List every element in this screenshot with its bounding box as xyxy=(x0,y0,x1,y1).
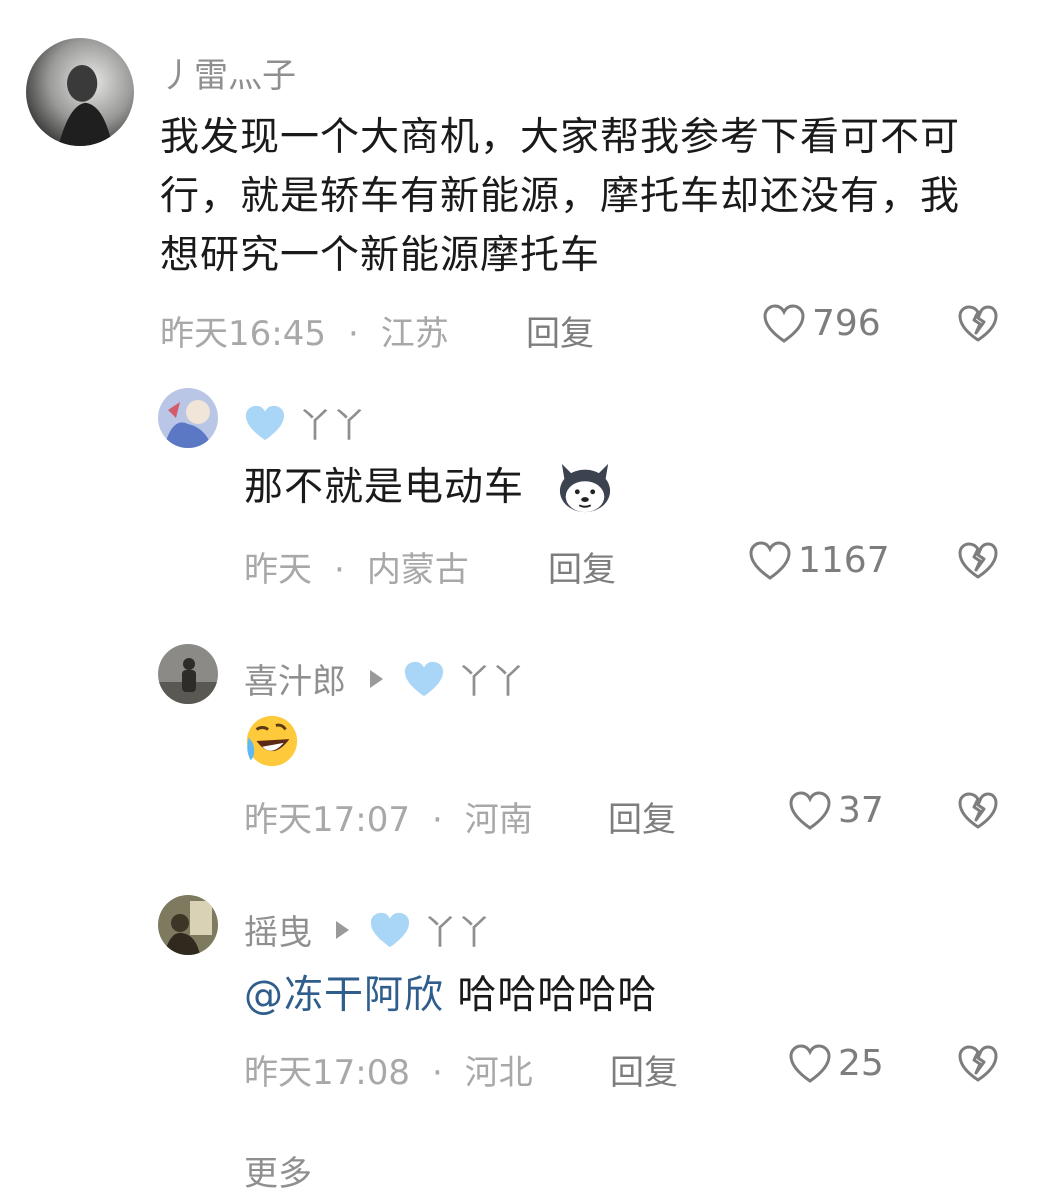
separator-dot: · xyxy=(431,1053,443,1093)
like-count: 1167 xyxy=(798,540,890,581)
avatar[interactable] xyxy=(158,388,218,448)
timestamp: 昨天17:07 xyxy=(244,800,410,840)
reply-arrow-icon xyxy=(336,920,349,939)
comment-meta: 昨天16:45 · 江苏 xyxy=(160,306,449,355)
heart-outline-icon xyxy=(763,303,805,343)
avatar[interactable] xyxy=(26,38,134,146)
comment-meta: 昨天 · 内蒙古 xyxy=(244,542,469,591)
heart-outline-icon xyxy=(749,540,791,580)
timestamp: 昨天16:45 xyxy=(160,314,326,354)
light-blue-heart-icon xyxy=(404,661,444,696)
comment-text: @冻干阿欣 哈哈哈哈哈 xyxy=(244,973,658,1018)
reply-button[interactable]: 回复 xyxy=(610,1045,678,1094)
broken-heart-icon[interactable] xyxy=(958,305,998,343)
comment-text: 那不就是电动车 xyxy=(244,465,525,510)
heart-outline-icon xyxy=(789,1043,831,1083)
comment-meta: 昨天17:07 · 河南 xyxy=(244,792,533,841)
username[interactable]: 丫丫 xyxy=(244,398,366,447)
separator-dot: · xyxy=(431,800,443,840)
avatar[interactable] xyxy=(158,644,218,704)
broken-heart-icon[interactable] xyxy=(958,1045,998,1083)
light-blue-heart-icon xyxy=(370,912,410,947)
like-button[interactable]: 796 xyxy=(762,303,881,344)
location: 内蒙古 xyxy=(366,550,469,590)
reply-button[interactable]: 回复 xyxy=(608,792,676,841)
username[interactable]: 摇曳 丫丫 xyxy=(244,905,491,954)
separator-dot: · xyxy=(347,314,359,354)
light-blue-heart-icon xyxy=(245,405,285,440)
broken-heart-icon[interactable] xyxy=(958,792,998,830)
reply-button[interactable]: 回复 xyxy=(526,306,594,355)
timestamp: 昨天17:08 xyxy=(244,1053,410,1093)
expand-more-replies[interactable]: 更多 xyxy=(244,1146,312,1195)
separator-dot: · xyxy=(334,550,345,590)
like-button[interactable]: 37 xyxy=(788,790,884,831)
reply-arrow-icon xyxy=(370,669,383,688)
location: 江苏 xyxy=(380,314,449,354)
location: 河北 xyxy=(464,1053,533,1093)
reply-button[interactable]: 回复 xyxy=(548,542,616,591)
location: 河南 xyxy=(464,800,533,840)
broken-heart-icon[interactable] xyxy=(958,542,998,580)
like-button[interactable]: 1167 xyxy=(748,540,890,581)
timestamp: 昨天 xyxy=(244,550,312,590)
username[interactable]: 丿雷灬子 xyxy=(160,48,296,97)
like-count: 796 xyxy=(812,303,881,344)
avatar[interactable] xyxy=(158,895,218,955)
comment-meta: 昨天17:08 · 河北 xyxy=(244,1045,533,1094)
like-button[interactable]: 25 xyxy=(788,1043,884,1084)
rolling-laughing-face-icon xyxy=(246,715,298,767)
like-count: 37 xyxy=(838,790,884,831)
heart-outline-icon xyxy=(789,790,831,830)
mention-link[interactable]: @冻干阿欣 xyxy=(244,973,444,1018)
comment-text: 我发现一个大商机，大家帮我参考下看可不可行，就是轿车有新能源，摩托车却还没有，我… xyxy=(160,115,961,278)
husky-face-icon xyxy=(559,463,611,513)
like-count: 25 xyxy=(838,1043,884,1084)
username[interactable]: 喜汁郎 丫丫 xyxy=(244,654,525,703)
